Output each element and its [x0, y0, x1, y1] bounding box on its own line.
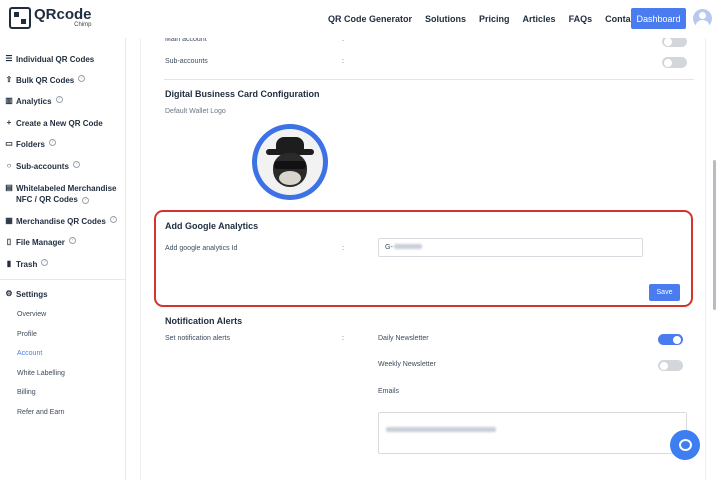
- sidebar-item-folders[interactable]: ▭ Folders ?: [5, 139, 56, 150]
- redacted-email: [386, 427, 496, 432]
- help-icon[interactable]: ?: [48, 139, 56, 146]
- main-nav: QR Code Generator Solutions Pricing Arti…: [328, 0, 666, 38]
- sidebar-item-whitelabeled-merchandise[interactable]: ▤ Whitelabeled Merchandise NFC / QR Code…: [5, 183, 116, 205]
- emails-textarea[interactable]: [378, 412, 687, 454]
- bar-chart-icon: ▥: [5, 96, 13, 105]
- sidebar-item-sub-accounts[interactable]: ○ Sub-accounts ?: [5, 161, 80, 172]
- help-icon[interactable]: ?: [72, 161, 80, 168]
- user-icon: ○: [6, 161, 12, 170]
- chat-support-button[interactable]: [670, 430, 700, 460]
- help-icon[interactable]: ?: [81, 197, 89, 204]
- sidebar-divider: [0, 279, 125, 280]
- save-button[interactable]: Save: [649, 284, 680, 301]
- wallet-logo-image[interactable]: [252, 124, 328, 200]
- settings-account-link[interactable]: Account: [17, 350, 42, 357]
- colon: :: [342, 245, 344, 252]
- emails-label: Emails: [378, 388, 400, 395]
- list-icon: ☰: [5, 54, 13, 63]
- colon: :: [342, 58, 344, 65]
- sidebar-item-trash[interactable]: ▮ Trash ?: [5, 259, 49, 270]
- wallet-logo-label: Default Wallet Logo: [165, 108, 226, 115]
- help-icon[interactable]: ?: [41, 259, 49, 266]
- qr-logo-icon: [9, 7, 31, 29]
- sidebar-item-bulk-qr-codes[interactable]: ⇧ Bulk QR Codes ?: [5, 75, 86, 86]
- tag-icon: ▤: [5, 183, 13, 192]
- help-icon[interactable]: ?: [78, 75, 86, 82]
- analytics-id-label: Add google analytics Id: [165, 245, 238, 252]
- sub-accounts-toggle[interactable]: [662, 57, 687, 68]
- brand-logo[interactable]: QRcode Chimp: [9, 7, 92, 29]
- notifications-label: Set notification alerts: [165, 335, 230, 342]
- sub-accounts-label: Sub-accounts: [165, 58, 208, 65]
- sidebar-item-analytics[interactable]: ▥ Analytics ?: [5, 96, 63, 107]
- gift-icon: ▦: [5, 216, 13, 225]
- nav-pricing[interactable]: Pricing: [479, 14, 510, 24]
- trash-icon: ▮: [6, 259, 12, 268]
- folder-icon: ▭: [5, 139, 13, 148]
- dashboard-button[interactable]: Dashboard: [631, 8, 686, 29]
- user-avatar-icon[interactable]: [693, 9, 712, 28]
- chat-icon: [678, 439, 692, 451]
- sidebar-item-individual-qr-codes[interactable]: ☰ Individual QR Codes: [5, 54, 94, 65]
- gear-icon: ⚙: [5, 289, 13, 298]
- upload-icon: ⇧: [5, 75, 13, 84]
- analytics-title: Add Google Analytics: [165, 221, 259, 231]
- section-divider: [164, 79, 694, 80]
- colon: :: [342, 335, 344, 342]
- sidebar-item-file-manager[interactable]: ▯ File Manager ?: [5, 237, 76, 248]
- business-card-title: Digital Business Card Configuration: [165, 89, 320, 99]
- content-border-left: [140, 38, 141, 480]
- settings-refer-earn-link[interactable]: Refer and Earn: [17, 409, 64, 416]
- file-icon: ▯: [6, 237, 12, 246]
- weekly-newsletter-label: Weekly Newsletter: [378, 361, 436, 368]
- nav-qr-code-generator[interactable]: QR Code Generator: [328, 14, 412, 24]
- brand-name: QRcode: [34, 6, 92, 23]
- nav-faqs[interactable]: FAQs: [569, 14, 593, 24]
- nav-articles[interactable]: Articles: [523, 14, 556, 24]
- page-scrollbar[interactable]: [713, 160, 716, 310]
- settings-overview-link[interactable]: Overview: [17, 311, 46, 318]
- weekly-newsletter-toggle[interactable]: [658, 360, 683, 371]
- sidebar-item-settings[interactable]: ⚙ Settings: [5, 289, 47, 300]
- sidebar: ☰ Individual QR Codes ⇧ Bulk QR Codes ? …: [0, 38, 126, 480]
- top-navbar: QRcode Chimp QR Code Generator Solutions…: [0, 0, 720, 38]
- settings-white-labelling-link[interactable]: White Labelling: [17, 370, 65, 377]
- help-icon[interactable]: ?: [68, 237, 76, 244]
- sidebar-item-create-new-qr[interactable]: + Create a New QR Code: [5, 118, 103, 129]
- notifications-title: Notification Alerts: [165, 316, 243, 326]
- plus-icon: +: [6, 118, 12, 127]
- analytics-id-input[interactable]: G-: [378, 238, 643, 257]
- help-icon[interactable]: ?: [109, 216, 117, 223]
- settings-profile-link[interactable]: Profile: [17, 331, 37, 338]
- content-border-right: [705, 38, 706, 480]
- settings-billing-link[interactable]: Billing: [17, 389, 36, 396]
- sidebar-item-merchandise-qr-codes[interactable]: ▦ Merchandise QR Codes ?: [5, 216, 117, 227]
- redacted-value: [393, 244, 422, 249]
- daily-newsletter-toggle[interactable]: [658, 334, 683, 345]
- help-icon[interactable]: ?: [55, 96, 63, 103]
- daily-newsletter-label: Daily Newsletter: [378, 335, 429, 342]
- nav-solutions[interactable]: Solutions: [425, 14, 466, 24]
